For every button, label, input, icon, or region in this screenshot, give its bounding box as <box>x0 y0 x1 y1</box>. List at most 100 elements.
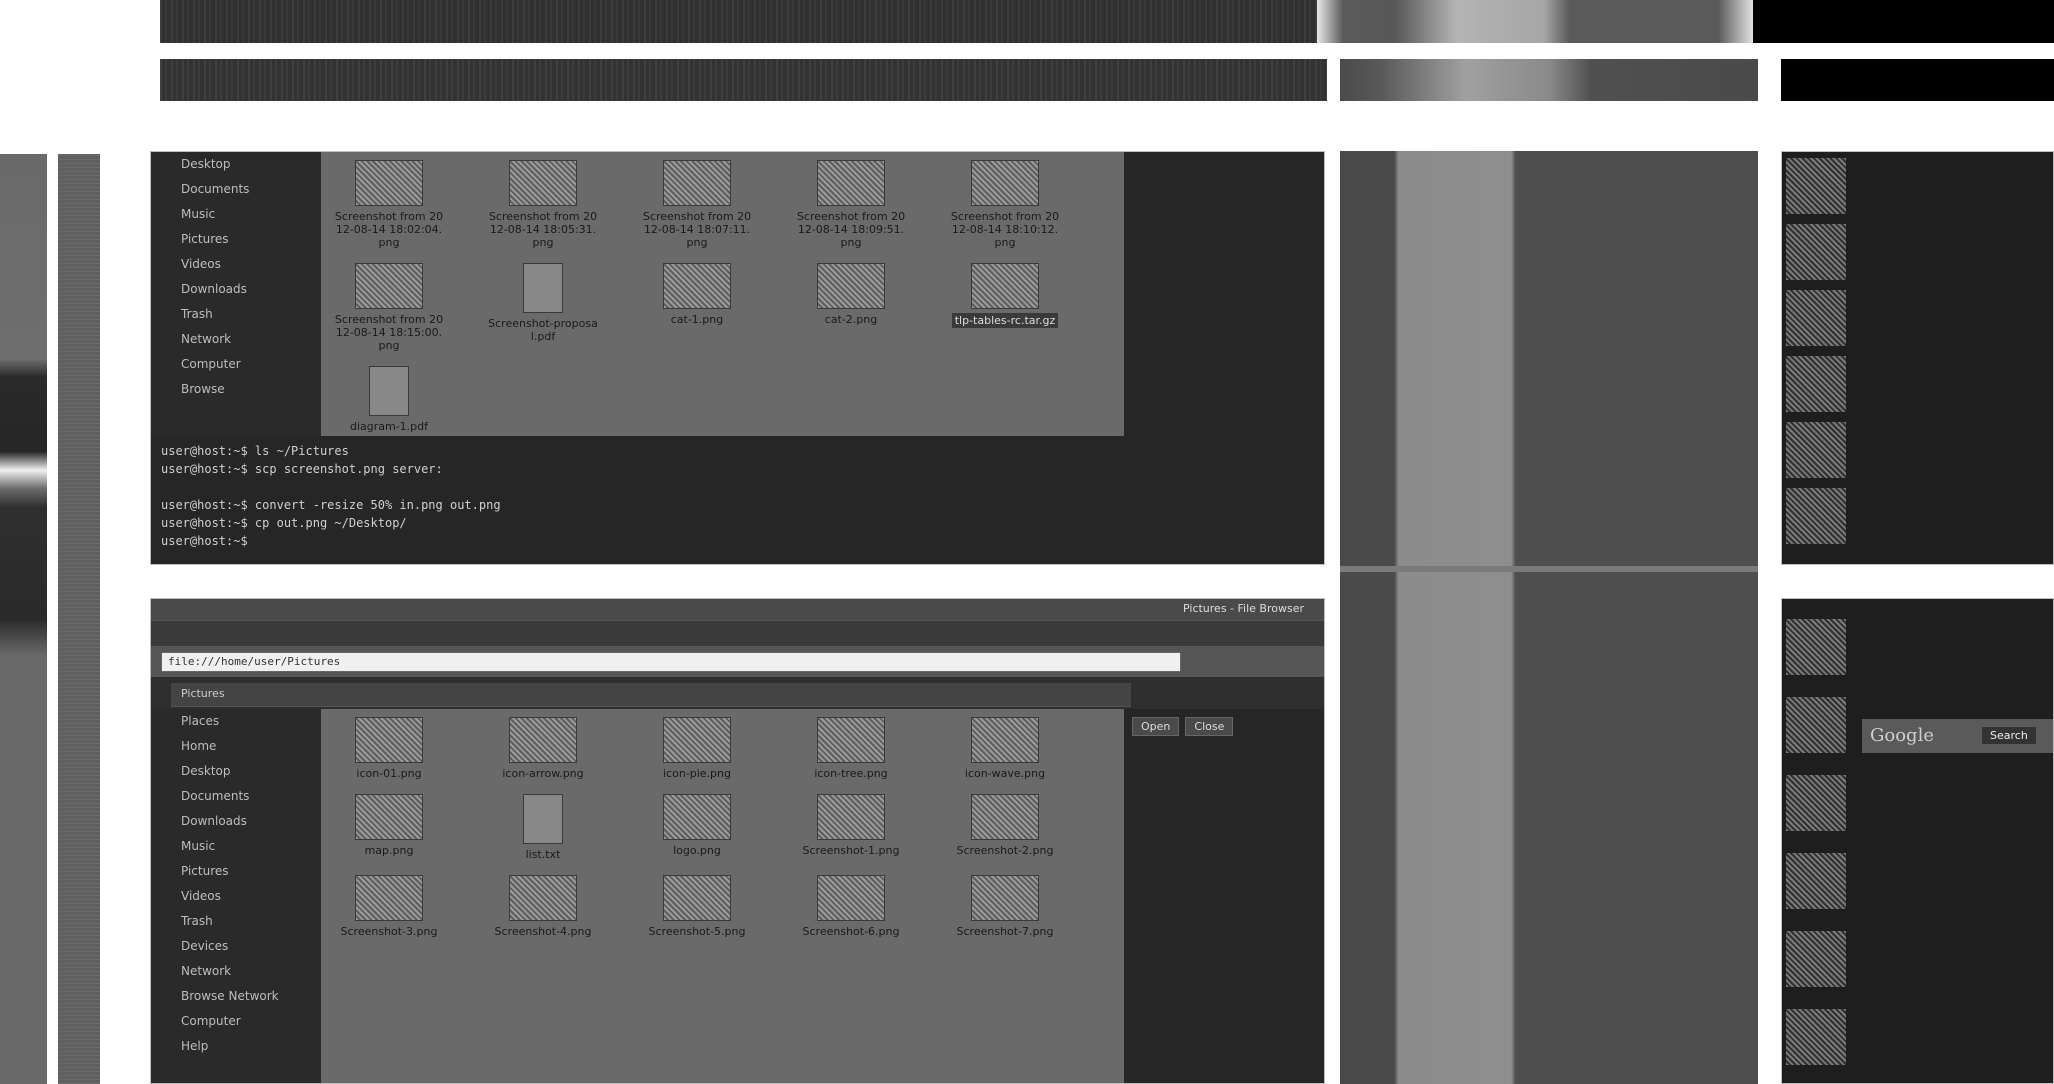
top-strip-right <box>1753 0 2054 43</box>
file-name: icon-pie.png <box>662 767 731 780</box>
file-item[interactable]: Screenshot from 2012-08-14 18:07:11.png <box>641 160 753 249</box>
sidebar-item[interactable]: Desktop <box>151 152 321 177</box>
thumbnail[interactable] <box>1786 853 1846 909</box>
image-icon <box>971 263 1039 309</box>
sidebar-item[interactable]: Videos <box>151 252 321 277</box>
sidebar-item[interactable]: Downloads <box>151 277 321 302</box>
image-icon <box>355 160 423 206</box>
thumbnail[interactable] <box>1786 931 1846 987</box>
thumbnail[interactable] <box>1786 1009 1846 1065</box>
file-item[interactable]: Screenshot-7.png <box>949 875 1061 938</box>
file-item[interactable]: icon-wave.png <box>949 717 1061 780</box>
file-item[interactable]: Screenshot from 2012-08-14 18:10:12.png <box>949 160 1061 249</box>
sidebar-item[interactable]: Desktop <box>151 759 321 784</box>
file-name: Screenshot from 2012-08-14 18:15:00.png <box>334 313 444 352</box>
sidebar-item[interactable]: Downloads <box>151 809 321 834</box>
image-icon <box>971 160 1039 206</box>
file-item[interactable]: diagram-1.pdf <box>333 366 445 433</box>
image-icon <box>663 717 731 763</box>
sidebar-item[interactable]: Videos <box>151 884 321 909</box>
sidebar-item[interactable]: Documents <box>151 177 321 202</box>
file-name: logo.png <box>673 844 721 857</box>
right-thumbnail-pane-top <box>1781 151 2054 565</box>
thumbnail[interactable] <box>1786 224 1846 280</box>
sidebar-item[interactable]: Network <box>151 327 321 352</box>
file-item[interactable]: Screenshot-1.png <box>795 794 907 861</box>
sidebar-item[interactable]: Browse <box>151 377 321 402</box>
sidebar-item[interactable]: Browse Network <box>151 984 321 1009</box>
navigation-toolbar: file:///home/user/Pictures <box>151 647 1324 677</box>
title-bar: Pictures - File Browser <box>151 599 1324 621</box>
file-item[interactable]: logo.png <box>641 794 753 861</box>
sidebar-item[interactable]: Music <box>151 834 321 859</box>
sidebar-item[interactable]: Documents <box>151 784 321 809</box>
file-item[interactable]: tlp-tables-rc.tar.gz <box>949 263 1061 352</box>
thumbnail[interactable] <box>1786 422 1846 478</box>
file-item[interactable]: Screenshot-proposal.pdf <box>487 263 599 352</box>
image-icon <box>509 717 577 763</box>
image-icon <box>817 717 885 763</box>
sidebar-item[interactable]: Network <box>151 959 321 984</box>
file-item[interactable]: Screenshot-2.png <box>949 794 1061 861</box>
file-item[interactable]: cat-2.png <box>795 263 907 352</box>
file-item[interactable]: icon-01.png <box>333 717 445 780</box>
sidebar-item[interactable]: Pictures <box>151 859 321 884</box>
terminal[interactable]: user@host:~$ ls ~/Pictures user@host:~$ s… <box>151 436 1324 564</box>
file-item[interactable]: Screenshot-3.png <box>333 875 445 938</box>
file-item[interactable]: Screenshot from 2012-08-14 18:02:04.png <box>333 160 445 249</box>
thumbnail[interactable] <box>1786 697 1846 753</box>
image-icon <box>663 875 731 921</box>
sidebar-item[interactable]: Trash <box>151 909 321 934</box>
file-name: Screenshot-1.png <box>802 844 900 857</box>
file-name: Screenshot-5.png <box>648 925 746 938</box>
path-bar: Pictures <box>171 683 1131 707</box>
panel-button-open[interactable]: Open <box>1132 717 1180 736</box>
file-item[interactable]: Screenshot from 2012-08-14 18:15:00.png <box>333 263 445 352</box>
thumbnail[interactable] <box>1786 356 1846 412</box>
file-item[interactable]: Screenshot-5.png <box>641 875 753 938</box>
file-name: Screenshot-3.png <box>340 925 438 938</box>
sidebar-item[interactable]: Pictures <box>151 227 321 252</box>
sidebar-item[interactable]: Help <box>151 1034 321 1059</box>
file-item[interactable]: icon-arrow.png <box>487 717 599 780</box>
search-button[interactable]: Search <box>1982 727 2036 744</box>
sidebar-item[interactable]: Home <box>151 734 321 759</box>
right-panel: Open Close <box>1124 709 1324 1083</box>
file-item[interactable]: Screenshot from 2012-08-14 18:05:31.png <box>487 160 599 249</box>
path-label[interactable]: Pictures <box>181 687 225 700</box>
file-item[interactable]: Screenshot-4.png <box>487 875 599 938</box>
sidebar-item[interactable]: Devices <box>151 934 321 959</box>
sidebar-item[interactable]: Places <box>151 709 321 734</box>
sidebar: Places Home Desktop Documents Downloads Music… <box>151 709 321 1083</box>
sidebar-item[interactable]: Computer <box>151 352 321 377</box>
address-bar[interactable]: file:///home/user/Pictures <box>161 652 1181 672</box>
file-name: list.txt <box>525 848 561 861</box>
thumbnail[interactable] <box>1786 775 1846 831</box>
file-item[interactable]: list.txt <box>487 794 599 861</box>
document-icon <box>523 263 563 313</box>
file-name: Screenshot-6.png <box>802 925 900 938</box>
panel-button-close[interactable]: Close <box>1185 717 1234 736</box>
thumbnail[interactable] <box>1786 290 1846 346</box>
file-name: Screenshot from 2012-08-14 18:02:04.png <box>334 210 444 249</box>
thumbnail[interactable] <box>1786 488 1846 544</box>
sidebar-item[interactable]: Music <box>151 202 321 227</box>
document-icon <box>523 794 563 844</box>
google-logo: Google <box>1870 725 1934 746</box>
file-item[interactable]: Screenshot from 2012-08-14 18:09:51.png <box>795 160 907 249</box>
terminal-line: user@host:~$ <box>161 534 248 548</box>
image-icon <box>971 875 1039 921</box>
sidebar-item[interactable]: Computer <box>151 1009 321 1034</box>
image-icon <box>817 160 885 206</box>
image-icon <box>509 160 577 206</box>
file-name: Screenshot-4.png <box>494 925 592 938</box>
file-item[interactable]: icon-pie.png <box>641 717 753 780</box>
file-item[interactable]: cat-1.png <box>641 263 753 352</box>
sidebar-item[interactable]: Trash <box>151 302 321 327</box>
document-icon <box>369 366 409 416</box>
file-item[interactable]: map.png <box>333 794 445 861</box>
file-item[interactable]: icon-tree.png <box>795 717 907 780</box>
thumbnail[interactable] <box>1786 158 1846 214</box>
file-item[interactable]: Screenshot-6.png <box>795 875 907 938</box>
thumbnail[interactable] <box>1786 619 1846 675</box>
